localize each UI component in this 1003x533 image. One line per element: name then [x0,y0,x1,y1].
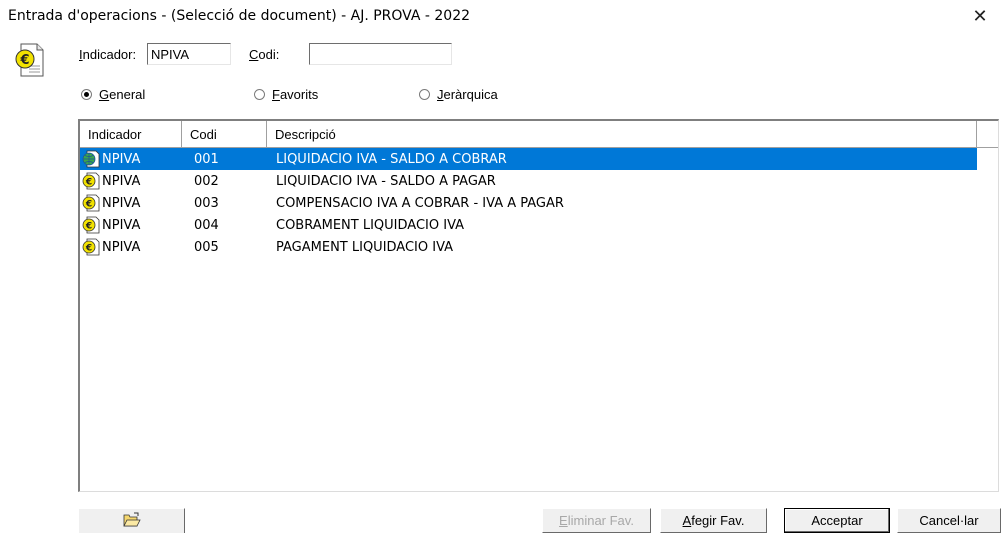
afegir-favorit-button[interactable]: Afegir Fav. [660,508,767,533]
radio-general-indicator[interactable] [81,89,92,100]
svg-text:€: € [85,200,92,210]
globe-document-icon [82,150,100,168]
codi-label: Codi: [249,47,280,62]
column-header-descripcio[interactable]: Descripció [267,121,977,148]
radio-jerarquica[interactable]: Jeràrquica [419,87,498,102]
title-bar: Entrada d'operacions - (Selecció de docu… [0,0,1003,34]
list-row-005[interactable]: € NPIVA 005 PAGAMENT LIQUIDACIO IVA [80,236,977,258]
row-codi-cell: 004 [194,217,219,233]
row-codi-cell: 002 [194,173,219,189]
document-list[interactable]: Indicador Codi Descripció NPIVA 001 LIQU… [78,119,999,492]
row-descripcio-cell: LIQUIDACIO IVA - SALDO A PAGAR [276,173,496,189]
indicador-label: Indicador: [79,47,137,62]
euro-document-icon: € [82,238,100,256]
open-folder-button[interactable] [78,508,185,533]
row-indicador-cell: NPIVA [80,150,184,168]
eliminar-favorit-button[interactable]: Eliminar Fav. [542,508,651,533]
list-row-001[interactable]: NPIVA 001 LIQUIDACIO IVA - SALDO A COBRA… [80,148,977,170]
radio-favorits-indicator[interactable] [254,89,265,100]
radio-general[interactable]: General [81,87,145,102]
svg-text:€: € [85,222,92,232]
row-indicador-cell: € NPIVA [80,216,184,234]
list-row-002[interactable]: € NPIVA 002 LIQUIDACIO IVA - SALDO A PAG… [80,170,977,192]
indicador-field[interactable] [147,43,231,65]
row-indicador-cell: € NPIVA [80,172,184,190]
svg-text:€: € [85,244,92,254]
row-codi-cell: 001 [194,151,219,167]
acceptar-button[interactable]: Acceptar [784,508,890,533]
radio-jerarquica-indicator[interactable] [419,89,430,100]
euro-document-icon: € [82,172,100,190]
radio-favorits[interactable]: Favorits [254,87,318,102]
open-folder-icon [123,512,141,527]
radio-general-label: General [99,87,146,102]
list-row-003[interactable]: € NPIVA 003 COMPENSACIO IVA A COBRAR - I… [80,192,977,214]
close-icon[interactable]: ✕ [967,4,993,28]
euro-document-icon: € [82,194,100,212]
row-codi-cell: 003 [194,195,219,211]
radio-jerarquica-label: Jeràrquica [437,87,498,102]
list-row-004[interactable]: € NPIVA 004 COBRAMENT LIQUIDACIO IVA [80,214,977,236]
list-header: Indicador Codi Descripció [80,121,998,148]
row-descripcio-cell: COBRAMENT LIQUIDACIO IVA [276,217,465,233]
row-indicador-cell: € NPIVA [80,238,184,256]
row-descripcio-cell: COMPENSACIO IVA A COBRAR - IVA A PAGAR [276,195,564,211]
row-descripcio-cell: PAGAMENT LIQUIDACIO IVA [276,239,454,255]
cancellar-button[interactable]: Cancel·lar [897,508,1001,533]
euro-document-icon: € [15,42,45,78]
row-codi-cell: 005 [194,239,219,255]
svg-text:€: € [85,178,92,188]
codi-field[interactable] [309,43,452,65]
column-header-codi[interactable]: Codi [182,121,267,148]
row-indicador-cell: € NPIVA [80,194,184,212]
svg-text:€: € [19,53,29,68]
row-descripcio-cell: LIQUIDACIO IVA - SALDO A COBRAR [276,151,507,167]
euro-document-icon: € [82,216,100,234]
column-header-indicador[interactable]: Indicador [80,121,182,148]
column-header-filler [977,121,998,148]
radio-favorits-label: Favorits [272,87,319,102]
window-title: Entrada d'operacions - (Selecció de docu… [8,8,471,24]
